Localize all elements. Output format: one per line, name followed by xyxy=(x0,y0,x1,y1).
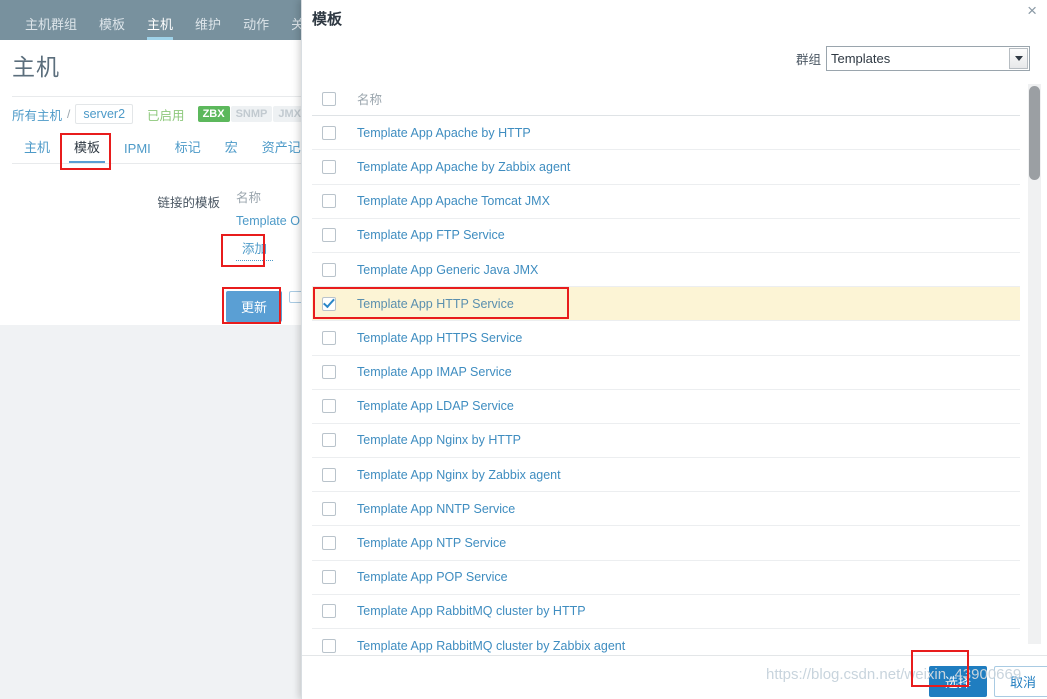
table-row-selected[interactable]: Template App HTTP Service xyxy=(312,287,1020,322)
nav-item-maintenance[interactable]: 维护 xyxy=(184,18,232,40)
select-button[interactable]: 选择 xyxy=(928,666,987,697)
table-row[interactable]: Template App NTP Service xyxy=(312,526,1020,561)
template-name-link[interactable]: Template App LDAP Service xyxy=(357,399,514,413)
page-title: 主机 xyxy=(12,54,60,80)
group-select-wrap: Templates xyxy=(826,46,1030,71)
template-name-link[interactable]: Template App RabbitMQ cluster by Zabbix … xyxy=(357,639,625,653)
group-select[interactable]: Templates xyxy=(826,46,1030,71)
template-name-link[interactable]: Template App HTTP Service xyxy=(357,297,514,311)
row-checkbox[interactable] xyxy=(322,501,336,516)
template-picker-modal: 模板 × 群组 Templates 名称 Template App Apache… xyxy=(301,0,1047,699)
cancel-button[interactable]: 取消 xyxy=(993,666,1047,697)
template-name-link[interactable]: Template App Nginx by Zabbix agent xyxy=(357,468,561,482)
screen-root: 主机群组 模板 主机 维护 动作 关联 主机 所有主机 / server2 已启… xyxy=(0,0,1047,699)
close-icon[interactable]: × xyxy=(1027,2,1037,19)
tab-host[interactable]: 主机 xyxy=(12,137,62,164)
template-name-link[interactable]: Template App Apache by Zabbix agent xyxy=(357,160,570,174)
modal-scrollbar-thumb[interactable] xyxy=(1029,86,1040,180)
table-row[interactable]: Template App LDAP Service xyxy=(312,390,1020,424)
row-checkbox[interactable] xyxy=(322,296,336,311)
tab-macros[interactable]: 宏 xyxy=(213,137,250,164)
row-checkbox[interactable] xyxy=(322,159,336,174)
linked-templates-label: 链接的模板 xyxy=(157,196,220,210)
template-name-link[interactable]: Template App NNTP Service xyxy=(357,502,515,516)
row-checkbox[interactable] xyxy=(322,330,336,345)
group-filter-label: 群组 xyxy=(795,53,821,67)
table-row[interactable]: Template App Apache by Zabbix agent xyxy=(312,150,1020,185)
host-tab-bar: 主机 模板 IPMI 标记 宏 资产记录 xyxy=(12,134,326,164)
breadcrumb-host-name[interactable]: server2 xyxy=(75,104,134,124)
template-name-link[interactable]: Template App Apache by HTTP xyxy=(357,126,531,140)
table-row[interactable]: Template App Apache by HTTP xyxy=(312,116,1020,151)
template-table: 名称 Template App Apache by HTTP Template … xyxy=(312,82,1020,664)
interface-tag-group: ZBX SNMP JMX xyxy=(197,106,306,122)
row-checkbox[interactable] xyxy=(322,638,336,653)
table-row[interactable]: Template App IMAP Service xyxy=(312,356,1020,390)
table-row[interactable]: Template App Generic Java JMX xyxy=(312,253,1020,288)
nav-item-actions[interactable]: 动作 xyxy=(232,18,280,40)
table-row[interactable]: Template App FTP Service xyxy=(312,219,1020,253)
row-checkbox[interactable] xyxy=(322,365,336,380)
modal-scrollbar[interactable] xyxy=(1028,84,1041,644)
table-row[interactable]: Template App Apache Tomcat JMX xyxy=(312,185,1020,219)
add-template-link[interactable]: 添加 xyxy=(236,235,274,261)
row-checkbox[interactable] xyxy=(322,228,336,243)
row-checkbox[interactable] xyxy=(322,433,336,448)
tab-ipmi[interactable]: IPMI xyxy=(112,141,163,164)
row-checkbox[interactable] xyxy=(322,570,336,585)
table-row[interactable]: Template App NNTP Service xyxy=(312,492,1020,527)
template-name-link[interactable]: Template App IMAP Service xyxy=(357,365,512,379)
template-name-link[interactable]: Template App HTTPS Service xyxy=(357,331,522,345)
breadcrumb: 所有主机 / server2 已启用 ZBX SNMP JMX xyxy=(12,103,306,125)
breadcrumb-separator: / xyxy=(67,107,71,121)
row-checkbox[interactable] xyxy=(322,399,336,414)
modal-title: 模板 xyxy=(312,11,343,28)
tab-tags[interactable]: 标记 xyxy=(163,137,213,164)
nav-item-hostgroups[interactable]: 主机群组 xyxy=(14,18,88,40)
template-name-link[interactable]: Template App NTP Service xyxy=(357,536,506,550)
table-row[interactable]: Template App Nginx by Zabbix agent xyxy=(312,458,1020,493)
row-checkbox[interactable] xyxy=(322,467,336,482)
host-status-badge[interactable]: 已启用 xyxy=(147,105,185,124)
modal-left-edge xyxy=(301,0,302,699)
template-name-link[interactable]: Template App POP Service xyxy=(357,570,508,584)
row-checkbox[interactable] xyxy=(322,194,336,209)
table-row[interactable]: Template App Nginx by HTTP xyxy=(312,424,1020,459)
template-name-link[interactable]: Template App RabbitMQ cluster by HTTP xyxy=(357,604,586,618)
nav-item-hosts[interactable]: 主机 xyxy=(136,18,184,40)
row-checkbox[interactable] xyxy=(322,604,336,619)
tab-templates[interactable]: 模板 xyxy=(62,137,112,164)
select-all-checkbox[interactable] xyxy=(322,91,336,106)
template-name-link[interactable]: Template App Apache Tomcat JMX xyxy=(357,194,550,208)
template-name-link[interactable]: Template App Generic Java JMX xyxy=(357,263,538,277)
template-name-link[interactable]: Template App Nginx by HTTP xyxy=(357,433,521,447)
row-checkbox[interactable] xyxy=(322,125,336,140)
column-header-name: 名称 xyxy=(357,93,383,108)
interface-tag-zbx[interactable]: ZBX xyxy=(197,106,230,122)
update-button[interactable]: 更新 xyxy=(226,291,283,322)
row-checkbox[interactable] xyxy=(322,262,336,277)
table-row[interactable]: Template App RabbitMQ cluster by HTTP xyxy=(312,595,1020,629)
row-checkbox[interactable] xyxy=(322,536,336,551)
breadcrumb-all-hosts[interactable]: 所有主机 xyxy=(12,105,62,124)
template-name-link[interactable]: Template App FTP Service xyxy=(357,228,505,242)
table-header-row: 名称 xyxy=(312,82,1020,117)
nav-item-templates[interactable]: 模板 xyxy=(88,18,136,40)
table-row[interactable]: Template App POP Service xyxy=(312,561,1020,595)
modal-footer: 选择 取消 xyxy=(301,655,1047,699)
interface-tag-snmp: SNMP xyxy=(230,106,273,122)
table-row[interactable]: Template App HTTPS Service xyxy=(312,321,1020,356)
group-filter: 群组 Templates xyxy=(796,46,1030,71)
